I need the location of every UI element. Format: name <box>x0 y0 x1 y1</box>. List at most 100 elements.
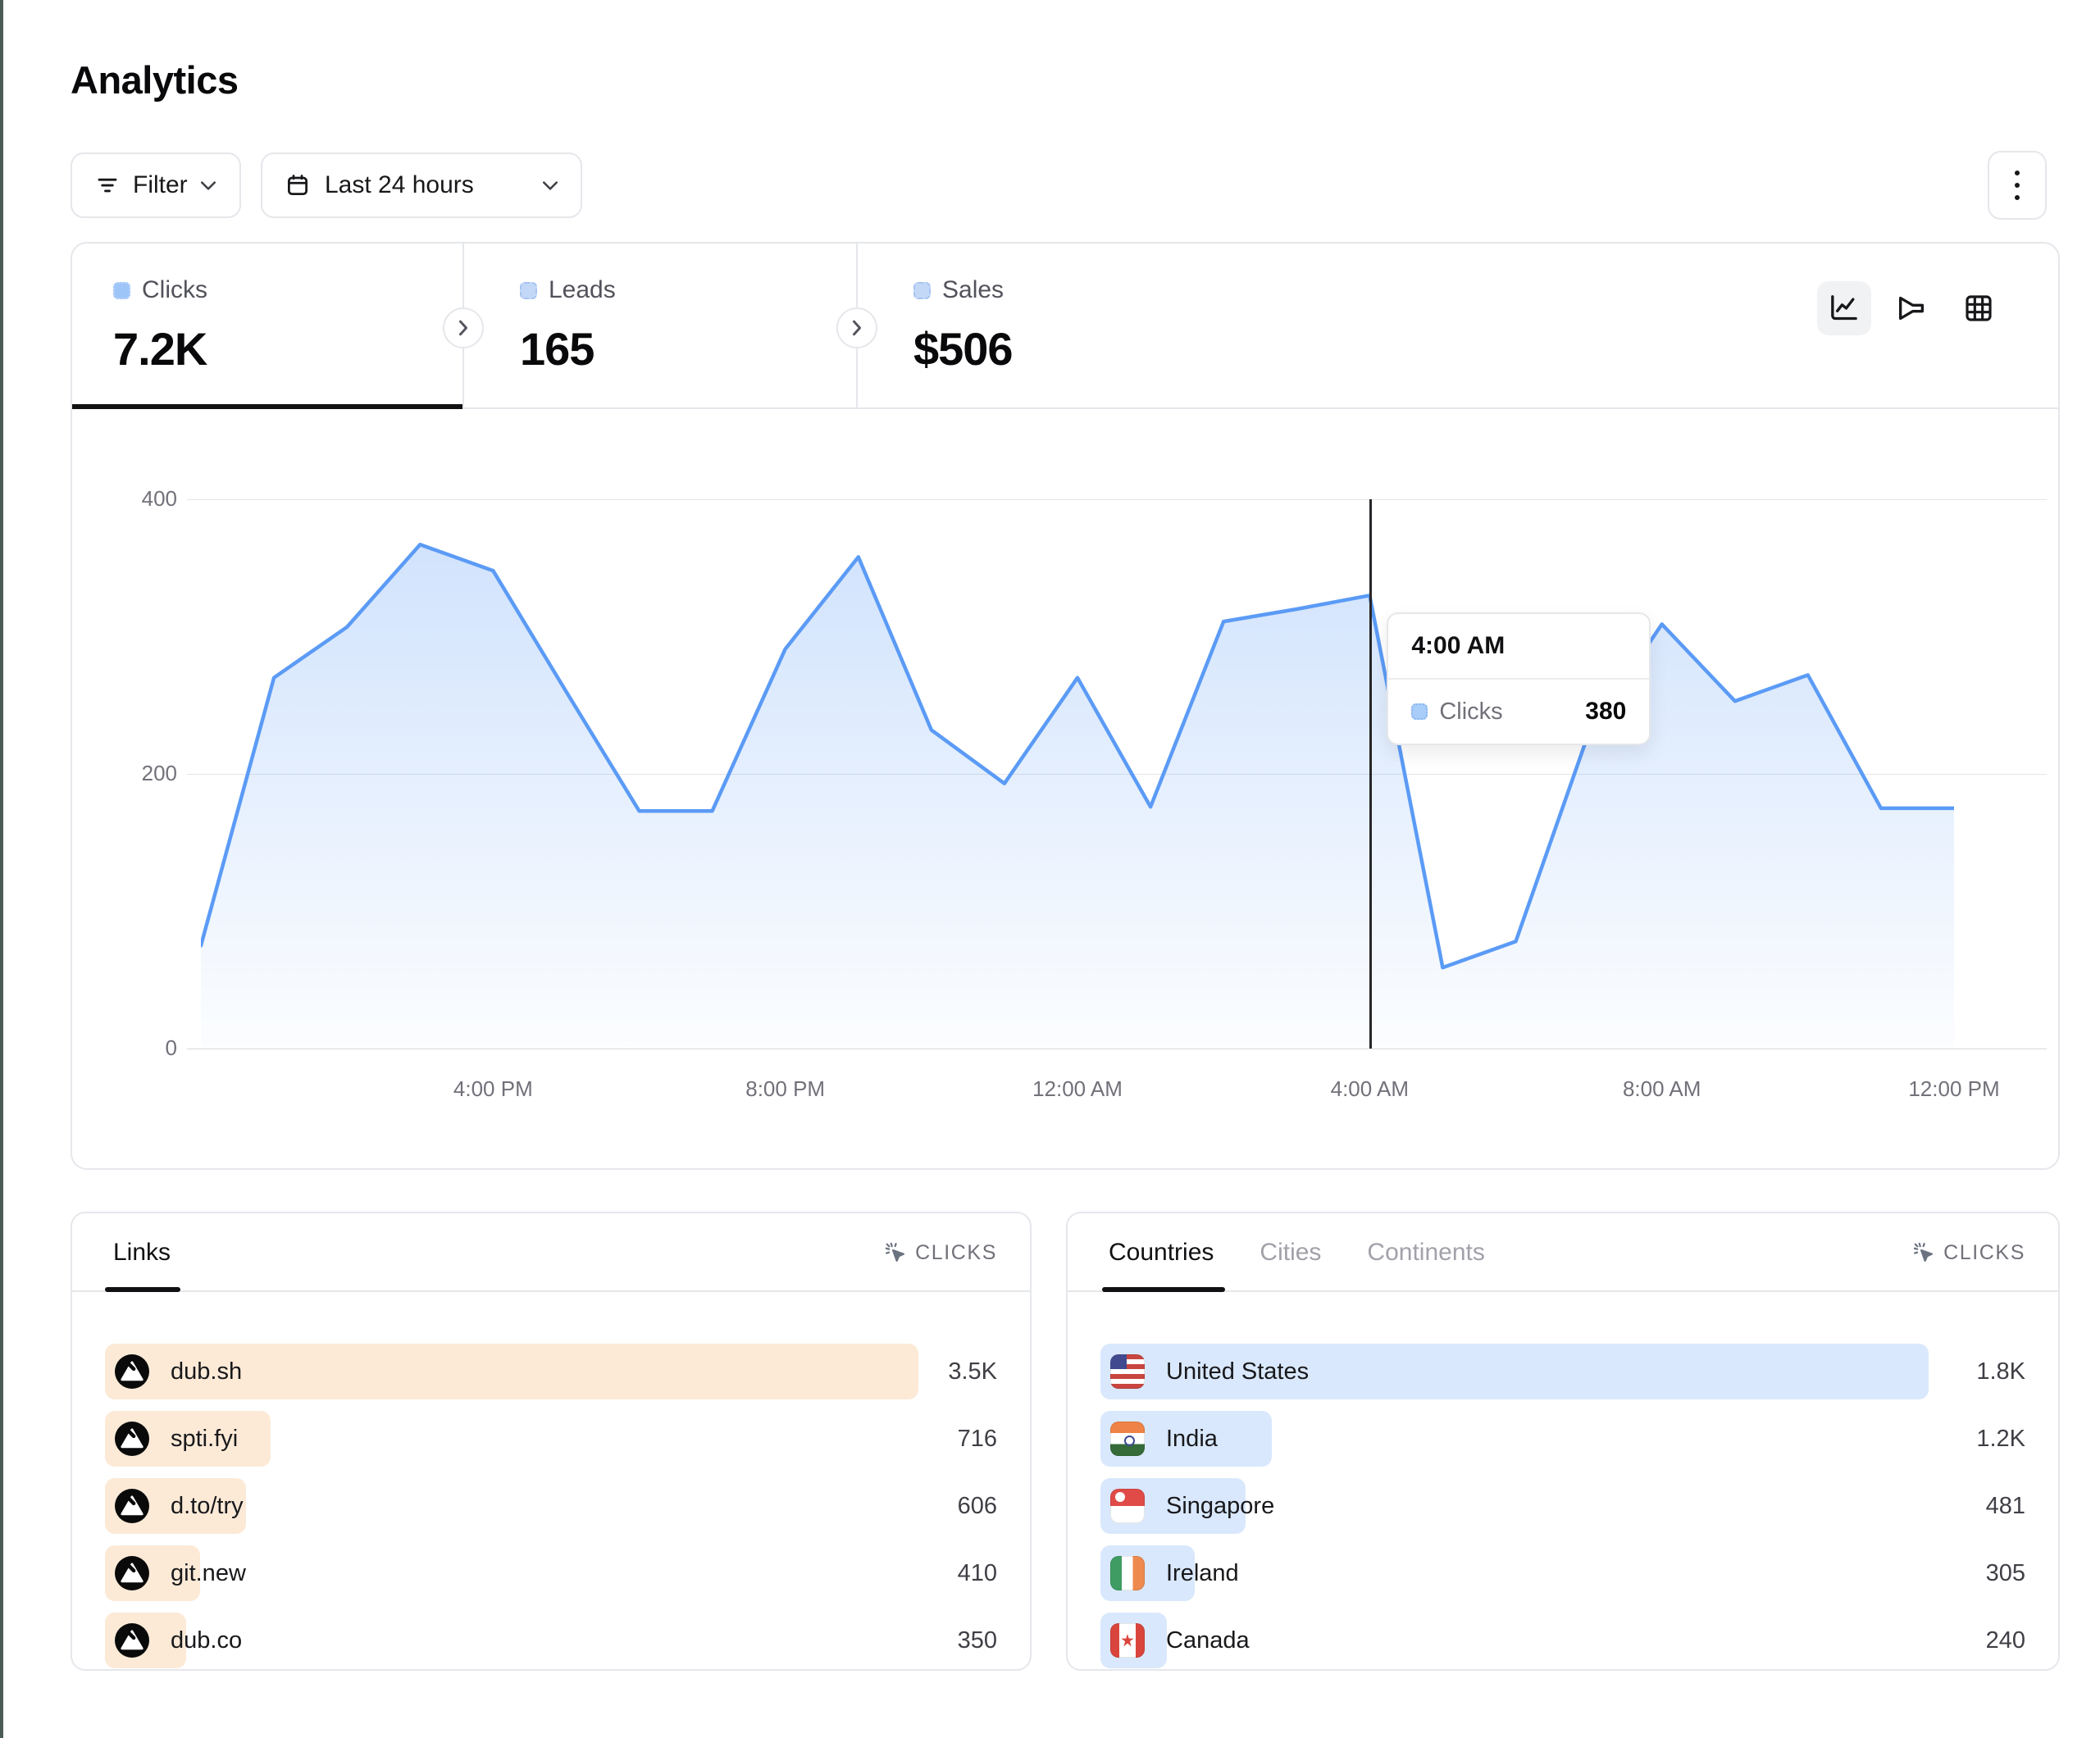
tab-cities[interactable]: Cities <box>1260 1239 1321 1267</box>
y-axis-label: 0 <box>87 1035 177 1061</box>
item-value: 410 <box>958 1545 997 1601</box>
x-axis-label: 8:00 PM <box>745 1076 825 1102</box>
leads-legend-swatch <box>520 282 537 299</box>
calendar-icon <box>285 173 310 198</box>
stat-tab-sales[interactable]: Sales $506 <box>913 243 1013 409</box>
ca-flag-icon <box>1110 1623 1145 1658</box>
tab-continents[interactable]: Continents <box>1367 1239 1484 1267</box>
dub-logo-icon <box>115 1623 149 1658</box>
stat-value: 165 <box>520 322 616 375</box>
item-value: 3.5K <box>948 1344 997 1399</box>
active-stat-underline <box>72 404 462 409</box>
line-chart-icon <box>1828 292 1861 325</box>
chart-tooltip: 4:00 AM Clicks 380 <box>1387 612 1651 745</box>
item-value: 716 <box>958 1411 997 1467</box>
item-value: 1.8K <box>1976 1344 2025 1399</box>
item-label: git.new <box>171 1560 246 1587</box>
countries-panel-header: Countries Cities Continents CLICKS <box>1068 1213 2058 1292</box>
active-tab-underline <box>1102 1287 1225 1292</box>
list-item[interactable]: India 1.2K <box>1100 1411 2025 1467</box>
window-edge-accent <box>0 0 3 1738</box>
x-axis-label: 4:00 AM <box>1331 1076 1409 1102</box>
metric-label: CLICKS <box>1943 1241 2025 1265</box>
kebab-icon <box>2015 171 2020 175</box>
list-item[interactable]: Ireland305 <box>1100 1545 2025 1601</box>
list-item[interactable]: git.new 410 <box>105 1545 997 1601</box>
item-label: d.to/try <box>171 1493 244 1520</box>
tab-countries[interactable]: Countries <box>1109 1239 1214 1267</box>
list-item[interactable]: dub.sh 3.5K <box>105 1344 997 1399</box>
list-item[interactable]: United States 1.8K <box>1100 1344 2025 1399</box>
grid-icon <box>1962 292 1995 325</box>
expand-clicks-button[interactable] <box>443 307 484 348</box>
links-metric-selector[interactable]: CLICKS <box>884 1213 997 1292</box>
item-value: 240 <box>1986 1613 2025 1668</box>
stat-value: 7.2K <box>113 322 207 375</box>
item-label: spti.fyi <box>171 1426 238 1453</box>
item-value: 1.2K <box>1976 1411 2025 1467</box>
tooltip-value: 380 <box>1585 698 1626 726</box>
cursor-click-icon <box>884 1241 907 1264</box>
y-axis-label: 200 <box>87 761 177 786</box>
x-axis-label: 4:00 PM <box>453 1076 533 1102</box>
stat-label: Clicks <box>142 276 207 304</box>
chart-crosshair <box>1369 499 1372 1049</box>
date-range-button[interactable]: Last 24 hours <box>261 152 582 218</box>
tab-links[interactable]: Links <box>113 1239 171 1267</box>
in-flag-icon <box>1110 1422 1145 1456</box>
stat-value: $506 <box>913 322 1013 375</box>
x-axis-label: 12:00 AM <box>1032 1076 1123 1102</box>
cursor-click-icon <box>1912 1241 1935 1264</box>
page-title: Analytics <box>71 57 238 102</box>
sales-legend-swatch <box>913 282 931 299</box>
item-label: Singapore <box>1166 1493 1274 1520</box>
list-item[interactable]: Singapore 481 <box>1100 1478 2025 1534</box>
us-flag-icon <box>1110 1354 1145 1389</box>
table-view-button[interactable] <box>1952 281 2006 335</box>
analytics-card: Clicks 7.2K Leads 165 Sales $506 <box>71 242 2060 1170</box>
list-item[interactable]: d.to/try 606 <box>105 1478 997 1534</box>
item-label: dub.sh <box>171 1358 242 1385</box>
dub-logo-icon <box>115 1354 149 1389</box>
dub-logo-icon <box>115 1556 149 1590</box>
stat-label: Leads <box>549 276 616 304</box>
links-panel-header: Links CLICKS <box>72 1213 1030 1292</box>
area-fill <box>201 544 1954 1049</box>
countries-metric-selector[interactable]: CLICKS <box>1912 1213 2025 1292</box>
metric-label: CLICKS <box>915 1241 997 1265</box>
item-label: United States <box>1166 1358 1309 1385</box>
expand-leads-button[interactable] <box>836 307 877 348</box>
clicks-legend-swatch <box>1411 703 1428 720</box>
filter-button-label: Filter <box>133 171 188 199</box>
item-value: 350 <box>958 1613 997 1668</box>
clicks-time-series-chart[interactable] <box>201 499 1954 1049</box>
list-item[interactable]: dub.co 350 <box>105 1613 997 1668</box>
item-value: 305 <box>1986 1545 2025 1601</box>
countries-panel: Countries Cities Continents CLICKS United … <box>1066 1212 2060 1671</box>
item-label: dub.co <box>171 1627 242 1654</box>
stat-tab-clicks[interactable]: Clicks 7.2K <box>113 243 207 409</box>
list-item[interactable]: Canada 240 <box>1100 1613 2025 1668</box>
item-value: 481 <box>1986 1478 2025 1534</box>
chevron-down-icon <box>543 181 558 190</box>
more-options-button[interactable] <box>1988 151 2047 220</box>
clicks-legend-swatch <box>113 282 130 299</box>
item-label: India <box>1166 1426 1218 1453</box>
y-axis-label: 400 <box>87 486 177 512</box>
item-value: 606 <box>958 1478 997 1534</box>
chevron-down-icon <box>201 181 216 190</box>
x-axis-label: 12:00 PM <box>1908 1076 1999 1102</box>
ie-flag-icon <box>1110 1556 1145 1590</box>
tooltip-series-label: Clicks <box>1439 698 1502 726</box>
list-item[interactable]: spti.fyi 716 <box>105 1411 997 1467</box>
links-panel: Links CLICKS dub.sh 3.5K spti.fyi 716 d.to… <box>71 1212 1032 1671</box>
line-chart-view-button[interactable] <box>1817 281 1871 335</box>
funnel-view-button[interactable] <box>1884 281 1938 335</box>
date-range-label: Last 24 hours <box>325 171 474 199</box>
filter-button[interactable]: Filter <box>71 152 241 218</box>
stat-tab-leads[interactable]: Leads 165 <box>520 243 616 409</box>
active-tab-underline <box>105 1287 180 1292</box>
item-label: Canada <box>1166 1627 1250 1654</box>
dub-logo-icon <box>115 1422 149 1456</box>
x-axis-label: 8:00 AM <box>1623 1076 1701 1102</box>
